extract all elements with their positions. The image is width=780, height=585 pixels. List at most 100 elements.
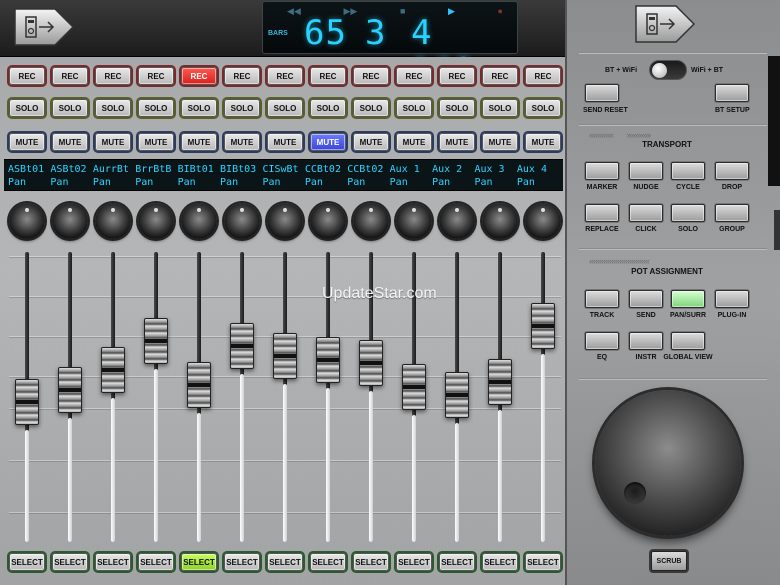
pan-knob[interactable] [267,203,303,239]
channel-fader[interactable] [224,252,260,547]
pan-knob[interactable] [482,203,518,239]
solo-button[interactable]: SOLO [95,99,131,117]
select-button[interactable]: SELECT [310,553,346,571]
plug-in-button[interactable] [715,290,749,308]
select-button[interactable]: SELECT [267,553,303,571]
pan-knob[interactable] [95,203,131,239]
mute-button[interactable]: MUTE [138,133,174,151]
pan-knob[interactable] [9,203,45,239]
mute-button[interactable]: MUTE [267,133,303,151]
channel-fader[interactable] [525,252,561,547]
mute-button[interactable]: MUTE [224,133,260,151]
mute-button[interactable]: MUTE [439,133,475,151]
select-button[interactable]: SELECT [138,553,174,571]
mute-button[interactable]: MUTE [95,133,131,151]
solo-button[interactable]: SOLO [138,99,174,117]
select-button[interactable]: SELECT [439,553,475,571]
select-button[interactable]: SELECT [525,553,561,571]
cycle-button[interactable] [671,162,705,180]
channel-fader[interactable] [9,252,45,547]
rec-button[interactable]: REC [310,67,346,85]
mute-button[interactable]: MUTE [181,133,217,151]
solo-button[interactable]: SOLO [482,99,518,117]
mute-button[interactable]: MUTE [353,133,389,151]
menu-arrow-button-right[interactable] [634,4,696,44]
fader-cap[interactable] [316,337,340,383]
rec-button[interactable]: REC [9,67,45,85]
rec-button[interactable]: REC [95,67,131,85]
select-button[interactable]: SELECT [224,553,260,571]
pan-knob[interactable] [310,203,346,239]
fader-cap[interactable] [58,367,82,413]
channel-fader[interactable] [138,252,174,547]
pan-knob[interactable] [525,203,561,239]
nudge-button[interactable] [629,162,663,180]
channel-fader[interactable] [95,252,131,547]
fader-cap[interactable] [101,347,125,393]
solo-button[interactable]: SOLO [52,99,88,117]
pan-knob[interactable] [52,203,88,239]
fader-cap[interactable] [488,359,512,405]
fader-cap[interactable] [531,303,555,349]
fader-cap[interactable] [15,379,39,425]
fader-cap[interactable] [144,318,168,364]
solo-button[interactable]: SOLO [525,99,561,117]
rec-button[interactable]: REC [525,67,561,85]
rec-button[interactable]: REC [52,67,88,85]
solo-button[interactable]: SOLO [267,99,303,117]
rec-button[interactable]: REC [138,67,174,85]
pan-knob[interactable] [439,203,475,239]
mute-button[interactable]: MUTE [525,133,561,151]
group-button[interactable] [715,204,749,222]
fader-cap[interactable] [402,364,426,410]
mute-button[interactable]: MUTE [482,133,518,151]
fader-cap[interactable] [359,340,383,386]
rewind-icon[interactable]: ◀◀ [287,6,301,16]
track-button[interactable] [585,290,619,308]
rec-button[interactable]: REC [181,67,217,85]
select-button[interactable]: SELECT [482,553,518,571]
rec-button[interactable]: REC [439,67,475,85]
fader-cap[interactable] [273,333,297,379]
channel-fader[interactable] [267,252,303,547]
pan-knob[interactable] [138,203,174,239]
mute-button[interactable]: MUTE [396,133,432,151]
pan-knob[interactable] [353,203,389,239]
select-button[interactable]: SELECT [9,553,45,571]
pan-knob[interactable] [224,203,260,239]
jog-wheel[interactable] [595,390,741,536]
rec-button[interactable]: REC [482,67,518,85]
channel-fader[interactable] [482,252,518,547]
mute-button[interactable]: MUTE [9,133,45,151]
stop-icon[interactable]: ■ [400,6,405,16]
solo-button[interactable]: SOLO [181,99,217,117]
pan-knob[interactable] [396,203,432,239]
solo-button[interactable]: SOLO [439,99,475,117]
select-button[interactable]: SELECT [52,553,88,571]
fader-cap[interactable] [187,362,211,408]
menu-arrow-button[interactable] [13,7,75,47]
channel-fader[interactable] [181,252,217,547]
marker-button[interactable] [585,162,619,180]
fader-cap[interactable] [230,323,254,369]
select-button[interactable]: SELECT [353,553,389,571]
click-button[interactable] [629,204,663,222]
solo-button[interactable]: SOLO [224,99,260,117]
fader-cap[interactable] [445,372,469,418]
pan-surr-button[interactable] [671,290,705,308]
channel-fader[interactable] [439,252,475,547]
replace-button[interactable] [585,204,619,222]
rec-button[interactable]: REC [396,67,432,85]
rec-button[interactable]: REC [224,67,260,85]
solo-button[interactable] [671,204,705,222]
solo-button[interactable]: SOLO [310,99,346,117]
rec-button[interactable]: REC [267,67,303,85]
select-button[interactable]: SELECT [95,553,131,571]
solo-button[interactable]: SOLO [396,99,432,117]
drop-button[interactable] [715,162,749,180]
send-reset-button[interactable] [585,84,619,102]
rec-button[interactable]: REC [353,67,389,85]
mute-button[interactable]: MUTE [52,133,88,151]
solo-button[interactable]: SOLO [9,99,45,117]
channel-fader[interactable] [52,252,88,547]
